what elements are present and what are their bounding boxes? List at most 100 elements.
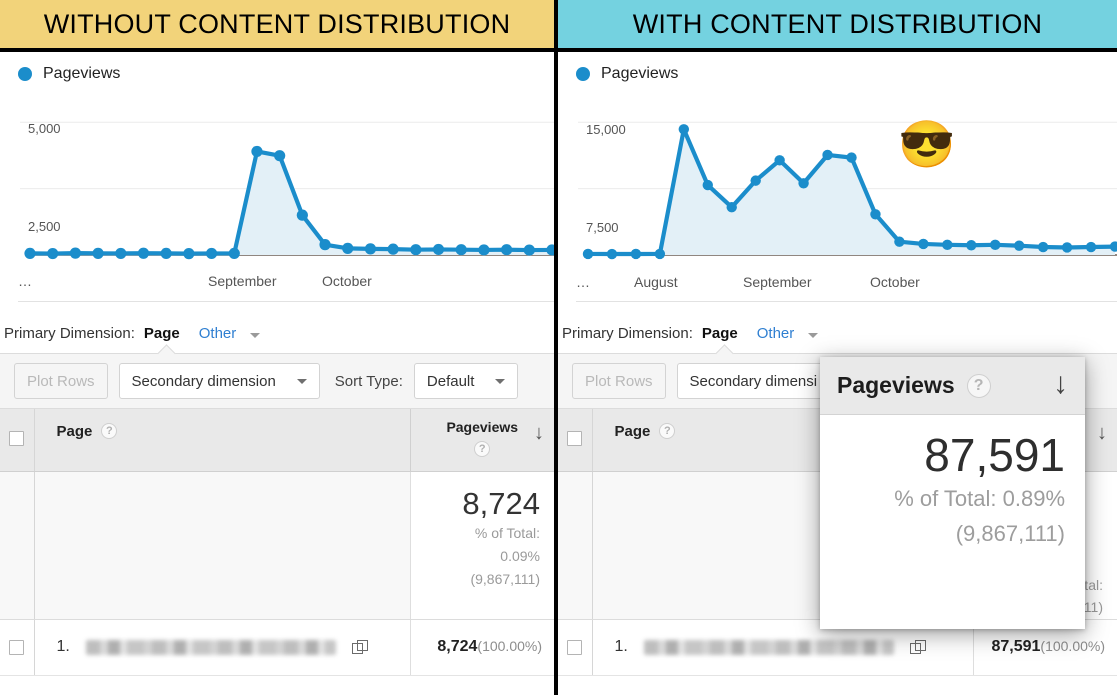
- x-tick-label: October: [870, 274, 920, 290]
- chart-legend-left: Pageviews: [0, 52, 554, 83]
- row-pageviews-value: 87,591: [991, 638, 1041, 655]
- chart-bottom-divider: [576, 301, 1117, 302]
- secondary-dimension-select[interactable]: Secondary dimensi: [676, 363, 831, 399]
- x-tick-label: August: [634, 274, 678, 290]
- x-tick-label: September: [208, 273, 277, 289]
- column-header-page[interactable]: Page ?: [34, 409, 410, 472]
- primary-dimension-right: Primary Dimension: Page Other: [558, 313, 1117, 353]
- total-pct-value: 0.09%: [500, 547, 540, 564]
- column-header-page-label: Page: [614, 423, 651, 440]
- y-tick-label: 7,500: [586, 220, 619, 235]
- panel-without-content-distribution: WITHOUT CONTENT DISTRIBUTION Pageviews 5…: [0, 0, 554, 695]
- y-tick-label: 2,500: [28, 219, 61, 234]
- help-icon[interactable]: ?: [474, 441, 491, 457]
- screenshot-root: WITHOUT CONTENT DISTRIBUTION Pageviews 5…: [0, 0, 1117, 695]
- primary-dimension-value[interactable]: Page: [702, 325, 738, 342]
- chart-right-plot: [578, 121, 1117, 260]
- chart-left-plot: [20, 121, 554, 260]
- total-row-checkbox-cell: [0, 471, 34, 620]
- popup-body: 87,591 % of Total: 0.89% (9,867,111): [820, 415, 1085, 548]
- primary-dimension-other[interactable]: Other: [757, 325, 795, 342]
- select-all-header[interactable]: [0, 409, 35, 472]
- row-checkbox[interactable]: [9, 639, 25, 655]
- chart-right: 15,000 7,500 😎 … August September Octobe…: [558, 83, 1117, 313]
- row-pageviews-pct: (100.00%): [477, 638, 542, 654]
- banner-left: WITHOUT CONTENT DISTRIBUTION: [0, 0, 554, 52]
- select-all-checkbox[interactable]: [9, 431, 25, 446]
- row-pageviews-cell: 8,724(100.00%): [409, 619, 554, 676]
- x-tick-label: October: [322, 273, 372, 289]
- table-toolbar-left: Plot Rows Secondary dimension Sort Type:…: [0, 344, 554, 409]
- open-in-new-window-icon[interactable]: [351, 639, 368, 655]
- popup-header: Pageviews ? ↓: [820, 357, 1085, 415]
- plot-rows-button[interactable]: Plot Rows: [572, 363, 666, 399]
- column-header-pageviews[interactable]: Pageviews ? ↓: [409, 409, 554, 472]
- sort-type-label: Sort Type:: [334, 372, 403, 390]
- open-in-new-window-icon[interactable]: [909, 639, 926, 655]
- chevron-down-icon[interactable]: [250, 333, 261, 338]
- chart-legend-right: Pageviews: [558, 52, 1117, 83]
- primary-dimension-left: Primary Dimension: Page Other: [0, 313, 554, 353]
- row-index: 1.: [56, 638, 70, 655]
- table-header-row: Page ? Pageviews ? ↓: [0, 409, 554, 472]
- primary-dimension-label: Primary Dimension:: [4, 325, 135, 342]
- row-page-cell[interactable]: 1.: [33, 619, 410, 676]
- popup-value: 87,591: [924, 429, 1065, 481]
- legend-dot-icon: [576, 67, 590, 81]
- column-header-page-label: Page: [56, 423, 93, 440]
- popup-pct-line: % of Total: 0.89%: [894, 486, 1065, 512]
- total-pct-label: % of Total:: [474, 525, 540, 542]
- y-tick-label: 15,000: [586, 122, 626, 137]
- legend-label: Pageviews: [43, 65, 121, 82]
- primary-dimension-other[interactable]: Other: [199, 325, 237, 342]
- sort-type-value: Default: [426, 372, 475, 390]
- table-row[interactable]: 1. 8,724(100.00%): [0, 619, 554, 676]
- row-checkbox[interactable]: [567, 639, 583, 655]
- smoking-sunglasses-face-emoji: 😎: [898, 118, 956, 170]
- legend-dot-icon: [18, 67, 32, 81]
- row-pageviews-value: 8,724: [437, 638, 478, 655]
- total-row-checkbox-cell: [558, 471, 592, 620]
- total-base-value: (9,867,111): [470, 570, 540, 587]
- help-icon[interactable]: ?: [966, 373, 991, 398]
- row-index: 1.: [614, 638, 628, 655]
- plot-rows-button[interactable]: Plot Rows: [14, 363, 108, 399]
- row-checkbox-cell[interactable]: [558, 619, 592, 676]
- chevron-down-icon[interactable]: [808, 333, 819, 338]
- help-icon[interactable]: ?: [101, 423, 118, 439]
- secondary-dimension-label: Secondary dimensi: [689, 372, 818, 390]
- sort-type-select[interactable]: Default: [413, 363, 519, 399]
- select-all-header[interactable]: [558, 409, 593, 472]
- chevron-down-icon: [296, 378, 307, 384]
- total-row-page-cell: [33, 471, 410, 620]
- sort-descending-icon[interactable]: ↓: [534, 423, 544, 443]
- popup-title: Pageviews: [837, 372, 955, 398]
- column-header-pageviews-label: Pageviews: [446, 419, 519, 435]
- row-pageviews-pct: (100.00%): [1040, 638, 1105, 654]
- chart-left: 5,000 2,500 … September October: [0, 83, 554, 313]
- total-pageviews-value: 8,724: [462, 485, 540, 521]
- select-all-checkbox[interactable]: [567, 431, 583, 446]
- table-total-row: 8,724 % of Total: 0.09% (9,867,111): [0, 471, 554, 620]
- banner-right: WITH CONTENT DISTRIBUTION: [558, 0, 1117, 52]
- x-tick-label: …: [18, 273, 32, 289]
- redacted-page-url: [85, 639, 336, 655]
- primary-dimension-label: Primary Dimension:: [562, 325, 693, 342]
- secondary-dimension-label: Secondary dimension: [131, 372, 276, 390]
- pages-table-left: Page ? Pageviews ? ↓ 8,724 % of Total: 0…: [0, 409, 554, 676]
- redacted-page-url: [643, 639, 894, 655]
- popup-base-line: (9,867,111): [955, 520, 1065, 546]
- sort-descending-icon[interactable]: ↓: [1053, 369, 1068, 399]
- chevron-down-icon: [495, 378, 506, 384]
- y-tick-label: 5,000: [28, 121, 61, 136]
- panel-divider: [554, 0, 558, 695]
- total-row-pageviews-cell: 8,724 % of Total: 0.09% (9,867,111): [409, 471, 554, 620]
- row-checkbox-cell[interactable]: [0, 619, 34, 676]
- help-icon[interactable]: ?: [659, 423, 676, 439]
- legend-label: Pageviews: [601, 65, 679, 82]
- sort-descending-icon[interactable]: ↓: [1097, 423, 1107, 443]
- secondary-dimension-select[interactable]: Secondary dimension: [118, 363, 320, 399]
- chart-bottom-divider: [18, 301, 554, 302]
- x-tick-label: …: [576, 274, 590, 290]
- primary-dimension-value[interactable]: Page: [144, 325, 180, 342]
